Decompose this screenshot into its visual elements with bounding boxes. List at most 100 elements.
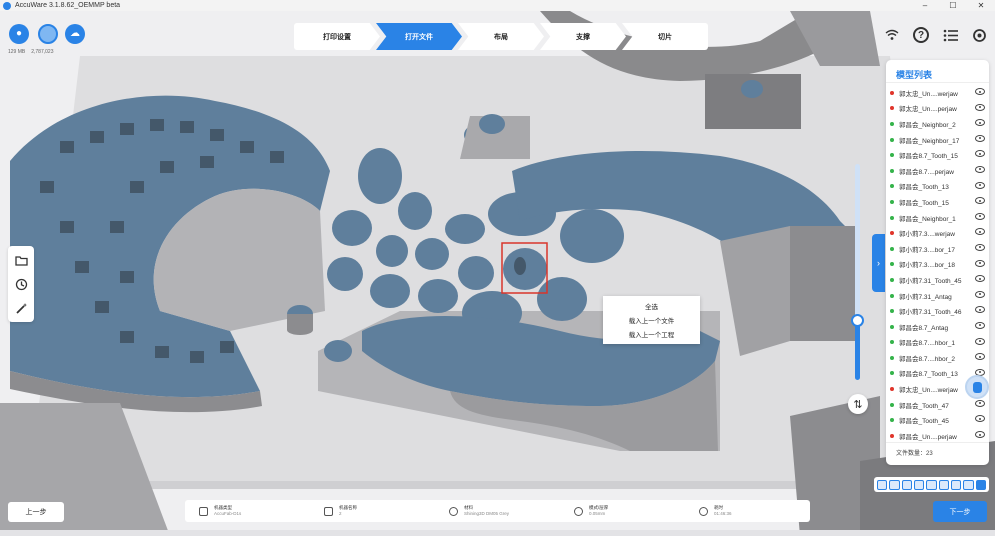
workflow-steps: 打印设置 打开文件 布局 支撑 切片 — [294, 23, 708, 50]
visibility-eye-icon[interactable] — [975, 165, 985, 173]
model-list-item[interactable]: 郭小莉7.3....bor_18 — [886, 257, 989, 273]
model-list-title: 模型列表 — [886, 60, 989, 83]
layer-slider-thumb[interactable] — [851, 313, 864, 327]
visibility-eye-icon[interactable] — [975, 306, 985, 314]
model-list-item[interactable]: 郭小莉7.31_Antag — [886, 288, 989, 304]
help-icon[interactable]: ? — [913, 27, 929, 43]
camera-icon[interactable] — [975, 479, 986, 490]
model-list-item[interactable]: 郭小莉7.31_Tooth_46 — [886, 303, 989, 319]
view-toolbar — [874, 477, 989, 492]
status-dot-icon — [890, 340, 894, 345]
step-slice[interactable]: 切片 — [622, 23, 708, 50]
menu-select-all[interactable]: 全选 — [645, 301, 658, 311]
model-list-item[interactable]: 郭昌会_Neighbor_2 — [886, 116, 989, 132]
view-right-icon[interactable] — [913, 479, 925, 490]
model-name: 郭小莉7.31_Tooth_45 — [899, 277, 962, 285]
model-list-item[interactable]: 郭昌会8.7_Tooth_15 — [886, 147, 989, 163]
visibility-eye-icon[interactable] — [975, 337, 985, 345]
model-list-item[interactable]: 郭昌会_Neighbor_1 — [886, 210, 989, 226]
user-avatar-button[interactable]: ● — [9, 24, 29, 44]
visibility-eye-icon[interactable] — [975, 228, 985, 236]
model-list-item[interactable]: 郭昌会_Neighbor_17 — [886, 132, 989, 148]
model-list-item[interactable]: 郭昌会_Tooth_47 — [886, 397, 989, 413]
folder-icon[interactable] — [10, 248, 32, 272]
visibility-eye-icon[interactable] — [975, 119, 985, 127]
close-button[interactable]: ✕ — [967, 0, 995, 11]
floating-assist-button[interactable] — [965, 375, 989, 399]
step-open-file[interactable]: 打开文件 — [376, 23, 462, 50]
info-machine-type[interactable]: 机器类型 AccuFab-D1s — [185, 500, 310, 522]
info-time[interactable]: 耗时 01:46:36 — [685, 500, 810, 522]
status-dot-icon — [890, 418, 894, 423]
model-name: 郭太忠_Un....werjaw — [899, 90, 958, 98]
model-list-item[interactable]: 郭小莉7.3....bor_17 — [886, 241, 989, 257]
sphere-button[interactable] — [38, 24, 58, 44]
swap-icon[interactable]: ⇅ — [848, 394, 868, 414]
step-support[interactable]: 支撑 — [540, 23, 626, 50]
3d-viewport[interactable] — [0, 11, 995, 536]
view-front-icon[interactable] — [877, 479, 888, 490]
window-title: AccuWare 3.1.8.62_OEMMP beta — [15, 2, 121, 9]
visibility-eye-icon[interactable] — [975, 275, 985, 283]
view-persp-icon[interactable] — [963, 479, 974, 490]
model-list-item[interactable]: 郭昌会8.7_Antag — [886, 319, 989, 335]
step-print-settings[interactable]: 打印设置 — [294, 23, 380, 50]
top-right-toolbar: ? — [884, 27, 987, 43]
view-bottom-icon[interactable] — [938, 479, 949, 490]
maximize-button[interactable]: ☐ — [939, 0, 967, 11]
model-list-item[interactable]: 郭小莉7.31_Tooth_45 — [886, 272, 989, 288]
model-name: 郭昌会8.7_Tooth_13 — [899, 371, 958, 379]
visibility-eye-icon[interactable] — [975, 353, 985, 361]
visibility-eye-icon[interactable] — [975, 134, 985, 142]
view-iso-icon[interactable] — [950, 479, 962, 490]
model-list-item[interactable]: 郭昌会_Tooth_13 — [886, 179, 989, 195]
info-machine-name[interactable]: 机器名称 2 — [310, 500, 435, 522]
cloud-button[interactable]: ☁ — [65, 24, 85, 44]
view-left-icon[interactable] — [901, 479, 912, 490]
wifi-icon[interactable] — [884, 27, 900, 43]
visibility-eye-icon[interactable] — [975, 399, 985, 407]
visibility-eye-icon[interactable] — [975, 415, 985, 423]
info-layer-mode[interactable]: 模式/层厚 0.05mm — [560, 500, 685, 522]
visibility-eye-icon[interactable] — [975, 243, 985, 251]
minimize-button[interactable]: – — [911, 0, 939, 11]
model-list-item[interactable]: 郭太忠_Un....perjaw — [886, 101, 989, 117]
model-name: 郭昌会_Tooth_45 — [899, 418, 949, 426]
visibility-eye-icon[interactable] — [975, 259, 985, 267]
visibility-eye-icon[interactable] — [975, 290, 985, 298]
model-list-item[interactable]: 郭昌会8.7....hbor_2 — [886, 350, 989, 366]
model-list-item[interactable]: 郭太忠_Un....werjaw — [886, 85, 989, 101]
collapse-panel-button[interactable]: › — [872, 234, 885, 292]
settings-icon[interactable] — [971, 27, 987, 43]
status-dot-icon — [890, 309, 894, 314]
model-list-item[interactable]: 郭小莉7.3....werjaw — [886, 225, 989, 241]
menu-load-last-file[interactable]: 载入上一个文件 — [629, 315, 675, 325]
visibility-eye-icon[interactable] — [975, 431, 985, 439]
layer-slider[interactable] — [851, 164, 864, 380]
view-top-icon[interactable] — [926, 479, 937, 490]
step-layout[interactable]: 布局 — [458, 23, 544, 50]
model-list-item[interactable]: 郭昌会8.7....hbor_1 — [886, 335, 989, 351]
visibility-eye-icon[interactable] — [975, 197, 985, 205]
view-back-icon[interactable] — [889, 479, 900, 490]
menu-load-last-project[interactable]: 载入上一个工程 — [629, 329, 675, 339]
visibility-eye-icon[interactable] — [975, 88, 985, 95]
visibility-eye-icon[interactable] — [975, 103, 985, 111]
model-name: 郭昌会8.7_Tooth_15 — [899, 153, 958, 161]
history-icon[interactable] — [10, 272, 32, 296]
next-step-button[interactable]: 下一步 — [933, 501, 987, 522]
magic-wand-icon[interactable] — [10, 296, 32, 320]
model-name: 郭昌会_Neighbor_1 — [899, 215, 956, 223]
list-icon[interactable] — [942, 27, 958, 43]
model-list-item[interactable]: 郭昌会_Tooth_45 — [886, 412, 989, 428]
model-name: 郭昌会8.7....perjaw — [899, 168, 954, 176]
build-plate-scene — [0, 11, 995, 536]
previous-step-button[interactable]: 上一步 — [8, 502, 64, 522]
visibility-eye-icon[interactable] — [975, 212, 985, 220]
visibility-eye-icon[interactable] — [975, 321, 985, 329]
visibility-eye-icon[interactable] — [975, 150, 985, 158]
model-list-item[interactable]: 郭昌会_Tooth_15 — [886, 194, 989, 210]
model-list-item[interactable]: 郭昌会8.7....perjaw — [886, 163, 989, 179]
visibility-eye-icon[interactable] — [975, 181, 985, 189]
info-material[interactable]: 材料 Shining3D DM05 Grey — [435, 500, 560, 522]
